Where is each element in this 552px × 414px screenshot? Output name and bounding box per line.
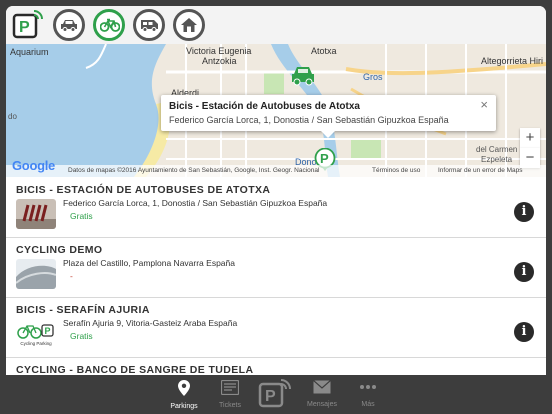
- parking-list[interactable]: BICIS - ESTACIÓN DE AUTOBUSES DE ATOTXA …: [6, 177, 546, 375]
- google-logo: Google: [12, 158, 55, 173]
- parking-list-item[interactable]: BICIS - ESTACIÓN DE AUTOBUSES DE ATOTXA …: [6, 177, 546, 238]
- parking-title: CYCLING - BANCO DE SANGRE DE TUDELA: [16, 364, 254, 375]
- parking-info-button[interactable]: i: [514, 322, 534, 342]
- svg-text:P: P: [265, 388, 276, 405]
- map-attribution-bar: Datos de mapas ©2016 Ayuntamiento de San…: [6, 165, 546, 177]
- parking-thumbnail: P Cycling Parking: [16, 319, 56, 349]
- parking-thumbnail: [16, 259, 56, 289]
- tab-label: Parkings: [170, 403, 198, 410]
- parking-address: Serafín Ajuria 9, Vitoria-Gasteiz Araba …: [63, 318, 238, 328]
- car-marker-icon: [292, 67, 314, 86]
- parking-list-item[interactable]: CYCLING - BANCO DE SANGRE DE TUDELA: [6, 357, 546, 375]
- map-label-ezpeleta: Ezpeleta: [481, 155, 513, 164]
- info-window-address: Federico García Lorca, 1, Donostia / San…: [169, 115, 449, 125]
- zoom-in-button[interactable]: +: [520, 128, 540, 148]
- parking-price: Gratis: [70, 211, 93, 221]
- map-label-del-carmen: del Carmen: [476, 145, 518, 154]
- map-view[interactable]: Aquarium Victoria Eugenia Antzokia Alder…: [6, 44, 546, 177]
- bicycle-icon: [100, 18, 120, 32]
- parking-title: BICIS - SERAFÍN AJURIA: [16, 304, 150, 316]
- tab-label: Mensajes: [307, 401, 337, 408]
- more-dots-icon: [360, 385, 376, 389]
- map-label-do: do: [8, 112, 17, 121]
- map-label-altegorrieta: Altegorrieta Hiri: [481, 56, 544, 66]
- parking-logo-icon: P: [258, 379, 291, 408]
- category-bicycle-button[interactable]: [93, 9, 125, 41]
- map-label-aquarium: Aquarium: [10, 47, 49, 57]
- tab-tickets[interactable]: Tickets: [210, 379, 250, 409]
- cycling-parking-logo-text: Cycling Parking: [20, 341, 52, 346]
- category-toolbar: P: [6, 6, 546, 44]
- tab-label: Tickets: [219, 402, 241, 409]
- map-label-antzokia: Antzokia: [202, 56, 237, 66]
- parking-price: Gratis: [70, 331, 93, 341]
- info-window-pointer: [321, 131, 335, 138]
- tickets-icon: [220, 379, 240, 396]
- tab-parking-logo[interactable]: P: [256, 378, 296, 413]
- parking-thumbnail: [16, 199, 56, 229]
- map-attribution: Datos de mapas ©2016 Ayuntamiento de San…: [68, 167, 320, 174]
- tab-mensajes[interactable]: Mensajes: [302, 380, 342, 408]
- parking-title: BICIS - ESTACIÓN DE AUTOBUSES DE ATOTXA: [16, 184, 271, 196]
- info-window-close-button[interactable]: ×: [480, 97, 488, 112]
- parking-logo-icon: P: [12, 10, 43, 39]
- car-parking-marker[interactable]: [290, 62, 316, 88]
- home-icon: [181, 18, 197, 32]
- map-report-link[interactable]: Informar de un error de Maps: [438, 167, 523, 174]
- parking-info-button[interactable]: i: [514, 202, 534, 222]
- svg-text:P: P: [45, 326, 51, 336]
- info-icon: i: [521, 204, 527, 219]
- van-icon: [141, 20, 158, 32]
- map-terms-link[interactable]: Términos de uso: [372, 167, 420, 174]
- app-window: P Aquarium Victoria Eugenia Antzokia Ald…: [6, 6, 546, 375]
- category-home-button[interactable]: [173, 9, 205, 41]
- map-label-victoria-eugenia: Victoria Eugenia: [186, 46, 252, 56]
- info-icon: i: [521, 324, 527, 339]
- parking-info-button[interactable]: i: [514, 262, 534, 282]
- bike-rack-photo: [16, 199, 56, 229]
- parking-list-item[interactable]: CYCLING DEMO Plaza del Castillo, Pamplon…: [6, 237, 546, 298]
- car-icon: [61, 20, 77, 32]
- category-car-button[interactable]: [53, 9, 85, 41]
- tab-label: Más: [361, 401, 375, 408]
- location-pin-icon: [178, 380, 190, 396]
- map-label-gros: Gros: [363, 72, 383, 82]
- tab-parkings[interactable]: Parkings: [164, 380, 204, 410]
- info-window-title: Bicis - Estación de Autobuses de Atotxa: [169, 101, 360, 112]
- parking-address: Plaza del Castillo, Pamplona Navarra Esp…: [63, 258, 235, 268]
- info-icon: i: [521, 264, 527, 279]
- parking-title: CYCLING DEMO: [16, 244, 103, 256]
- parking-price: -: [70, 271, 73, 281]
- map-label-atotxa: Atotxa: [311, 46, 337, 56]
- envelope-icon: [313, 380, 331, 394]
- tab-mas[interactable]: Más: [348, 380, 388, 408]
- svg-text:P: P: [19, 19, 30, 36]
- parking-structure-photo: [16, 259, 56, 289]
- map-info-window[interactable]: Bicis - Estación de Autobuses de Atotxa …: [161, 95, 496, 138]
- bottom-navigation: Parkings Tickets P Mensajes Más: [0, 375, 552, 414]
- category-van-button[interactable]: [133, 9, 165, 41]
- parking-logo-button[interactable]: P: [12, 9, 44, 41]
- parking-address: Federico García Lorca, 1, Donostia / San…: [63, 198, 328, 208]
- svg-text:P: P: [320, 151, 329, 166]
- parking-list-item[interactable]: BICIS - SERAFÍN AJURIA P Cycling Parking…: [6, 297, 546, 358]
